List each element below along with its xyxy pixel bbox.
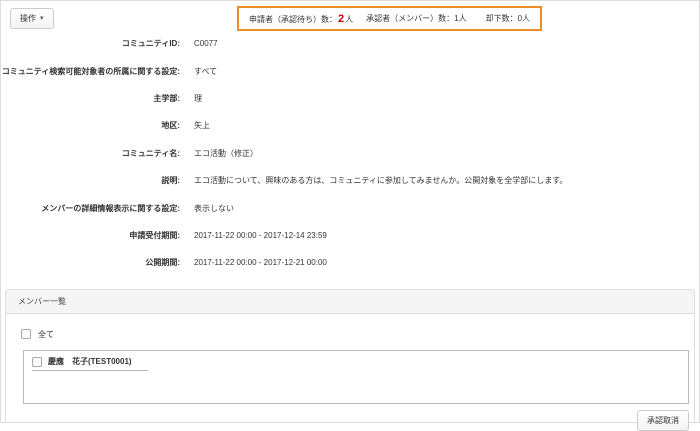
field-value: C0077: [194, 39, 218, 48]
form-row-community-id: コミュニティID: C0077: [0, 30, 700, 57]
member-list-panel: メンバー一覧 全て 慶應 花子(TEST0001) 承認取消: [5, 289, 695, 423]
stat-label: 承認者（メンバー）数：: [366, 13, 454, 24]
panel-title: メンバー一覧: [18, 296, 66, 307]
stat-value-highlighted: 2: [338, 13, 344, 25]
stat-unit: 人: [459, 13, 467, 24]
stat-approved-members: 承認者（メンバー）数：1人: [366, 13, 466, 24]
field-value: エコ活動（修正）: [194, 148, 258, 159]
cancel-approval-button[interactable]: 承認取消: [637, 410, 689, 431]
member-list-box: 慶應 花子(TEST0001): [23, 350, 689, 404]
member-checkbox[interactable]: [32, 357, 42, 367]
field-label: 地区:: [0, 120, 180, 131]
form-row-application-period: 申請受付期間: 2017-11-22 00:00 - 2017-12-14 23…: [0, 222, 700, 249]
select-all-row: 全て: [21, 324, 689, 344]
stat-label: 申請者（承認待ち）数：: [249, 14, 337, 25]
member-row[interactable]: 慶應 花子(TEST0001): [32, 356, 148, 371]
community-detail-page: { "colors": { "accent_orange": "#ee8c28"…: [0, 0, 700, 423]
field-label: メンバーの詳細情報表示に関する設定:: [0, 203, 180, 214]
form-row-description: 説明: エコ活動について、興味のある方は、コミュニティに参加してみませんか。公開…: [0, 167, 700, 194]
field-value: すべて: [194, 66, 217, 77]
field-label: コミュニティ名:: [0, 148, 180, 159]
field-label: 公開期間:: [0, 257, 180, 268]
field-label: コミュニティID:: [0, 38, 180, 49]
form-row-publication-period: 公開期間: 2017-11-22 00:00 - 2017-12-21 00:0…: [0, 249, 700, 276]
member-list-panel-body: 全て 慶應 花子(TEST0001) 承認取消: [6, 314, 694, 431]
application-stats-box: 申請者（承認待ち）数：2人 承認者（メンバー）数：1人 却下数：0人: [237, 6, 542, 31]
stat-label: 却下数：: [486, 13, 518, 24]
select-all-label: 全て: [38, 329, 54, 340]
field-label: 申請受付期間:: [0, 230, 180, 241]
member-name: 慶應 花子(TEST0001): [48, 356, 132, 367]
panel-actions: 承認取消: [21, 410, 689, 431]
field-label: 主学部:: [0, 93, 180, 104]
action-dropdown-button[interactable]: 操作 ▾: [10, 8, 54, 29]
select-all-checkbox[interactable]: [21, 329, 31, 339]
stat-rejected: 却下数：0人: [486, 13, 530, 24]
caret-down-icon: ▾: [40, 15, 44, 22]
field-value: 理: [194, 93, 202, 104]
field-label: コミュニティ検索可能対象者の所属に関する設定:: [0, 66, 180, 77]
field-value: 矢上: [194, 120, 210, 131]
stat-unit: 人: [522, 13, 530, 24]
form-row-member-detail-visibility-setting: メンバーの詳細情報表示に関する設定: 表示しない: [0, 194, 700, 221]
field-value: エコ活動について、興味のある方は、コミュニティに参加してみませんか。公開対象を全…: [194, 175, 567, 186]
field-value: 2017-11-22 00:00 - 2017-12-14 23:59: [194, 231, 327, 240]
field-value: 2017-11-22 00:00 - 2017-12-21 00:00: [194, 258, 327, 267]
community-detail-form: コミュニティID: C0077 コミュニティ検索可能対象者の所属に関する設定: …: [0, 30, 700, 277]
field-value: 表示しない: [194, 203, 234, 214]
stat-unit: 人: [345, 14, 353, 25]
form-row-district: 地区: 矢上: [0, 112, 700, 139]
form-row-search-visibility-setting: コミュニティ検索可能対象者の所属に関する設定: すべて: [0, 57, 700, 84]
stat-applicants-pending: 申請者（承認待ち）数：2人: [249, 13, 353, 25]
form-row-main-faculty: 主学部: 理: [0, 85, 700, 112]
field-label: 説明:: [0, 175, 180, 186]
action-dropdown-label: 操作: [20, 13, 36, 24]
member-list-panel-header: メンバー一覧: [6, 290, 694, 314]
form-row-community-name: コミュニティ名: エコ活動（修正）: [0, 140, 700, 167]
